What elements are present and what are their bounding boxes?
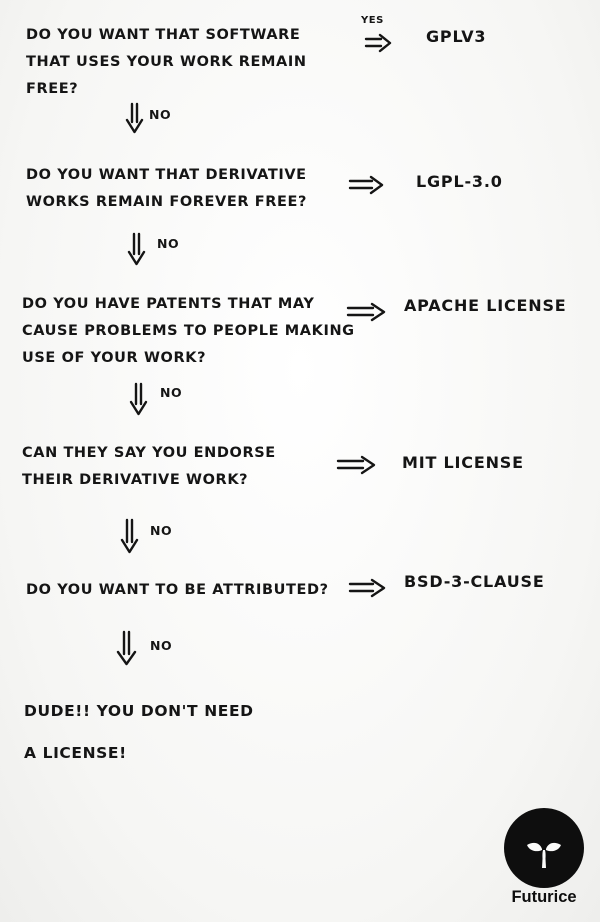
question-1: Do you want that software that uses your… <box>26 22 307 103</box>
down-arrow-icon <box>116 630 138 666</box>
question-2: Do you want that derivative works remain… <box>26 162 307 216</box>
conclusion-line-1: Dude!! You don't need <box>24 702 254 720</box>
down-arrow-icon <box>120 518 139 554</box>
question-5: Do you want to be attributed? <box>26 577 329 604</box>
question-3-line-2: cause problems to people making <box>22 323 355 339</box>
conclusion: Dude!! You don't need a license! <box>24 690 254 774</box>
no-label-5: No <box>150 638 173 653</box>
question-5-line-1: Do you want to be attributed? <box>26 582 329 598</box>
question-1-line-1: Do you want that software <box>26 27 301 43</box>
down-arrow-icon <box>127 232 146 266</box>
implies-arrow-icon <box>346 302 386 322</box>
conclusion-line-2: a license! <box>24 744 127 762</box>
futurice-logo: Futurice <box>502 808 586 914</box>
implies-arrow-icon <box>336 455 376 475</box>
question-3-line-3: use of your work? <box>22 350 207 366</box>
question-4-line-1: Can they say you endorse <box>22 445 276 461</box>
down-arrow-icon <box>129 382 148 416</box>
question-4-line-2: their derivative work? <box>22 472 249 488</box>
yes-label: Yes <box>361 15 384 26</box>
answer-1: GPLv3 <box>426 27 487 46</box>
no-label-2: No <box>157 236 180 251</box>
question-1-line-2: that uses your work remain <box>26 54 307 70</box>
no-label-3: No <box>160 385 183 400</box>
implies-arrow-icon <box>348 578 386 598</box>
answer-3: Apache license <box>404 296 567 315</box>
question-3: Do you have patents that may cause probl… <box>22 291 355 372</box>
answer-5: BSD-3-clause <box>404 572 545 591</box>
question-1-line-3: free? <box>26 81 79 97</box>
question-3-line-1: Do you have patents that may <box>22 296 315 312</box>
question-4: Can they say you endorse their derivativ… <box>22 440 276 494</box>
down-arrow-icon <box>125 102 144 134</box>
logo-brand-name: Futurice <box>511 888 577 906</box>
no-label-4: No <box>150 523 173 538</box>
sprout-icon <box>524 828 564 870</box>
answer-4: MIT license <box>402 453 524 472</box>
question-2-line-2: works remain forever free? <box>26 194 308 210</box>
implies-arrow-icon <box>364 33 392 53</box>
question-2-line-1: Do you want that derivative <box>26 167 307 183</box>
no-label-1: No <box>149 107 172 122</box>
implies-arrow-icon <box>348 175 384 195</box>
answer-2: LGPL-3.0 <box>416 172 503 191</box>
